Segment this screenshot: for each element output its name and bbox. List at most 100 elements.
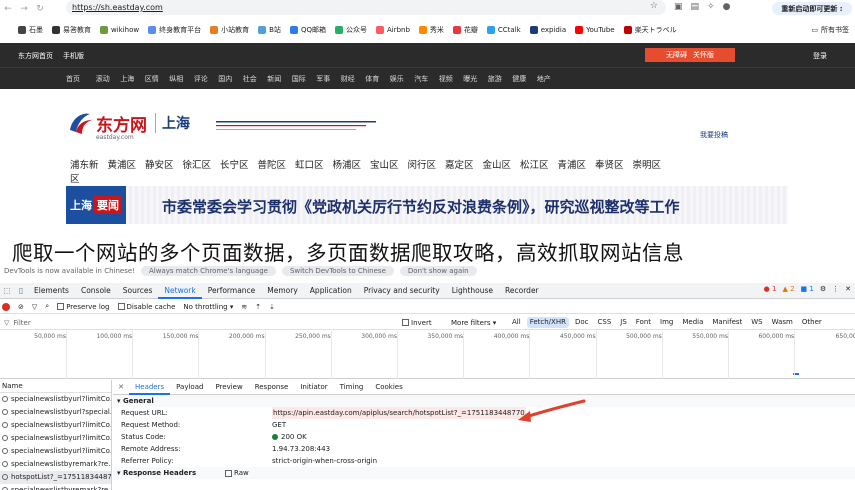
request-row[interactable]: specialnewslistbyurl?limitCo... xyxy=(0,419,111,432)
clear-icon[interactable]: ⊘ xyxy=(18,303,24,311)
district-link[interactable]: 奉贤区 xyxy=(595,157,633,185)
warning-count[interactable]: ▲ 2 xyxy=(782,285,794,293)
dont-show-button[interactable]: Don't show again xyxy=(399,265,477,276)
site-nav-item[interactable]: 纵相 xyxy=(164,74,189,84)
info-count[interactable]: ■ 1 xyxy=(801,285,814,293)
error-count[interactable]: ● 1 xyxy=(764,285,777,293)
district-link[interactable]: 嘉定区 xyxy=(445,157,483,185)
site-nav-item[interactable]: 新闻 xyxy=(262,74,287,84)
mobile-link[interactable]: 手机版 xyxy=(63,51,84,61)
submit-article-link[interactable]: 我要投稿 xyxy=(700,130,728,140)
site-nav-item[interactable]: 财经 xyxy=(336,74,361,84)
network-timeline[interactable]: 50,000 ms 100,000 ms 150,000 ms 200,000 ms 2… xyxy=(0,331,855,379)
header-value[interactable]: 1.94.73.208:443 xyxy=(272,443,330,455)
devtools-tab[interactable]: Sources xyxy=(117,283,159,299)
district-link[interactable]: 青浦区 xyxy=(558,157,596,185)
devtools-tab[interactable]: Recorder xyxy=(499,283,545,299)
district-link[interactable]: 虹口区 xyxy=(295,157,333,185)
restart-update-button[interactable]: 重新启动即可更新 : xyxy=(772,2,852,15)
throttling-select[interactable]: No throttling ▾ xyxy=(183,303,233,311)
site-nav-item[interactable]: 汽车 xyxy=(409,74,434,84)
header-value[interactable]: strict-origin-when-cross-origin xyxy=(272,455,377,467)
detail-tab[interactable]: Preview xyxy=(209,380,248,395)
filter-type-button[interactable]: Wasm xyxy=(769,317,796,328)
site-nav-item[interactable]: 军事 xyxy=(311,74,336,84)
download-icon[interactable]: ⇣ xyxy=(269,303,275,311)
request-row[interactable]: specialnewslistbyurl?limitCo... xyxy=(0,445,111,458)
search-icon[interactable]: ⌕ xyxy=(45,302,49,311)
district-link[interactable]: 浦东新区 xyxy=(70,157,108,185)
close-detail-icon[interactable]: ✕ xyxy=(113,383,129,391)
filter-type-button[interactable]: Img xyxy=(657,317,676,328)
district-link[interactable]: 闵行区 xyxy=(408,157,446,185)
devtools-tab[interactable]: Network xyxy=(158,283,202,299)
site-nav-item[interactable]: 区情 xyxy=(140,74,165,84)
avatar[interactable]: ● xyxy=(723,2,731,12)
inspect-icon[interactable]: ⬚ xyxy=(0,286,14,295)
invert-checkbox[interactable]: Invert xyxy=(402,319,432,327)
filter-type-button[interactable]: Manifest xyxy=(709,317,745,328)
devtools-tab[interactable]: Memory xyxy=(261,283,304,299)
close-devtools-icon[interactable]: ✕ xyxy=(845,285,851,293)
login-link[interactable]: 登录 xyxy=(813,51,827,61)
name-column-header[interactable]: Name xyxy=(0,380,111,393)
bookmark-item[interactable]: 秀米 xyxy=(418,25,444,35)
site-nav-item[interactable]: 体育 xyxy=(360,74,385,84)
devtools-tab[interactable]: Privacy and security xyxy=(358,283,446,299)
site-nav-item[interactable]: 视频 xyxy=(434,74,459,84)
site-nav-item[interactable]: 曝光 xyxy=(458,74,483,84)
bookmark-item[interactable]: 终身教育平台 xyxy=(148,25,201,35)
district-link[interactable]: 长宁区 xyxy=(220,157,258,185)
record-icon[interactable] xyxy=(2,302,10,311)
district-link[interactable]: 金山区 xyxy=(483,157,521,185)
site-nav-item[interactable]: 国内 xyxy=(213,74,238,84)
back-icon[interactable]: ← xyxy=(0,4,16,14)
more-filters-dropdown[interactable]: More filters ▾ xyxy=(451,319,496,327)
district-link[interactable]: 宝山区 xyxy=(370,157,408,185)
banner-headline[interactable]: 市委常委会学习贯彻《党政机关厉行节约反对浪费条例》，研究巡视整改等工作 xyxy=(162,196,680,217)
detail-tab[interactable]: Response xyxy=(249,380,295,395)
status-code-value[interactable]: 200 OK xyxy=(272,431,307,443)
bookmark-item[interactable]: expidia xyxy=(529,26,566,34)
site-logo[interactable]: 东方网 eastday.com 上海 xyxy=(66,108,376,141)
response-headers-section-header[interactable]: ▾ Response Headers Raw xyxy=(113,467,855,479)
detail-tab[interactable]: Payload xyxy=(170,380,209,395)
site-nav-item[interactable]: 旅游 xyxy=(483,74,508,84)
filter-type-button[interactable]: Font xyxy=(633,317,654,328)
district-link[interactable]: 普陀区 xyxy=(258,157,296,185)
site-nav-item[interactable]: 地产 xyxy=(532,74,557,84)
bookmark-item[interactable]: YouTube xyxy=(575,26,615,34)
request-row[interactable]: specialnewslistbyurl?special... xyxy=(0,406,111,419)
headline-banner[interactable]: 上海 要闻 市委常委会学习贯彻《党政机关厉行节约反对浪费条例》，研究巡视整改等工作 xyxy=(66,186,788,224)
match-language-button[interactable]: Always match Chrome's language xyxy=(141,265,276,276)
request-url-value[interactable]: https://apin.eastday.com/apiplus/search/… xyxy=(272,407,526,419)
request-row[interactable]: specialnewslistbyremark?re... xyxy=(0,484,111,490)
filter-type-button[interactable]: Other xyxy=(799,317,825,328)
request-row[interactable]: specialnewslistbyremark?re... xyxy=(0,458,111,471)
filter-type-button[interactable]: Fetch/XHR xyxy=(526,317,569,328)
devtools-tab[interactable]: Lighthouse xyxy=(446,283,499,299)
bookmark-item[interactable]: 小站教育 xyxy=(210,25,249,35)
request-row[interactable]: hotspotList?_=17511834487... xyxy=(0,471,111,484)
wifi-icon[interactable]: ≋ xyxy=(241,303,247,311)
site-nav-item[interactable]: 首页 xyxy=(66,74,91,84)
request-row[interactable]: specialnewslistbyurl?limitCo... xyxy=(0,432,111,445)
filter-input[interactable]: ▽ Filter xyxy=(0,319,395,327)
site-nav-item[interactable]: 上海 xyxy=(115,74,140,84)
preserve-log-checkbox[interactable]: Preserve log xyxy=(57,303,110,311)
district-link[interactable]: 松江区 xyxy=(520,157,558,185)
bookmark-item[interactable]: B站 xyxy=(258,25,281,35)
district-link[interactable]: 徐汇区 xyxy=(183,157,221,185)
sidebar-icon[interactable]: ▤ xyxy=(691,2,700,12)
devtools-tab[interactable]: Performance xyxy=(202,283,262,299)
extension-icon[interactable]: ▣ xyxy=(674,2,683,12)
district-link[interactable]: 静安区 xyxy=(145,157,183,185)
raw-checkbox[interactable]: Raw xyxy=(225,467,249,479)
filter-type-button[interactable]: CSS xyxy=(594,317,614,328)
disable-cache-checkbox[interactable]: Disable cache xyxy=(117,303,175,311)
header-value[interactable]: GET xyxy=(272,419,286,431)
upload-icon[interactable]: ⇡ xyxy=(255,303,261,311)
site-nav-item[interactable]: 评论 xyxy=(189,74,214,84)
filter-type-button[interactable]: WS xyxy=(748,317,765,328)
site-nav-item[interactable]: 国际 xyxy=(287,74,312,84)
